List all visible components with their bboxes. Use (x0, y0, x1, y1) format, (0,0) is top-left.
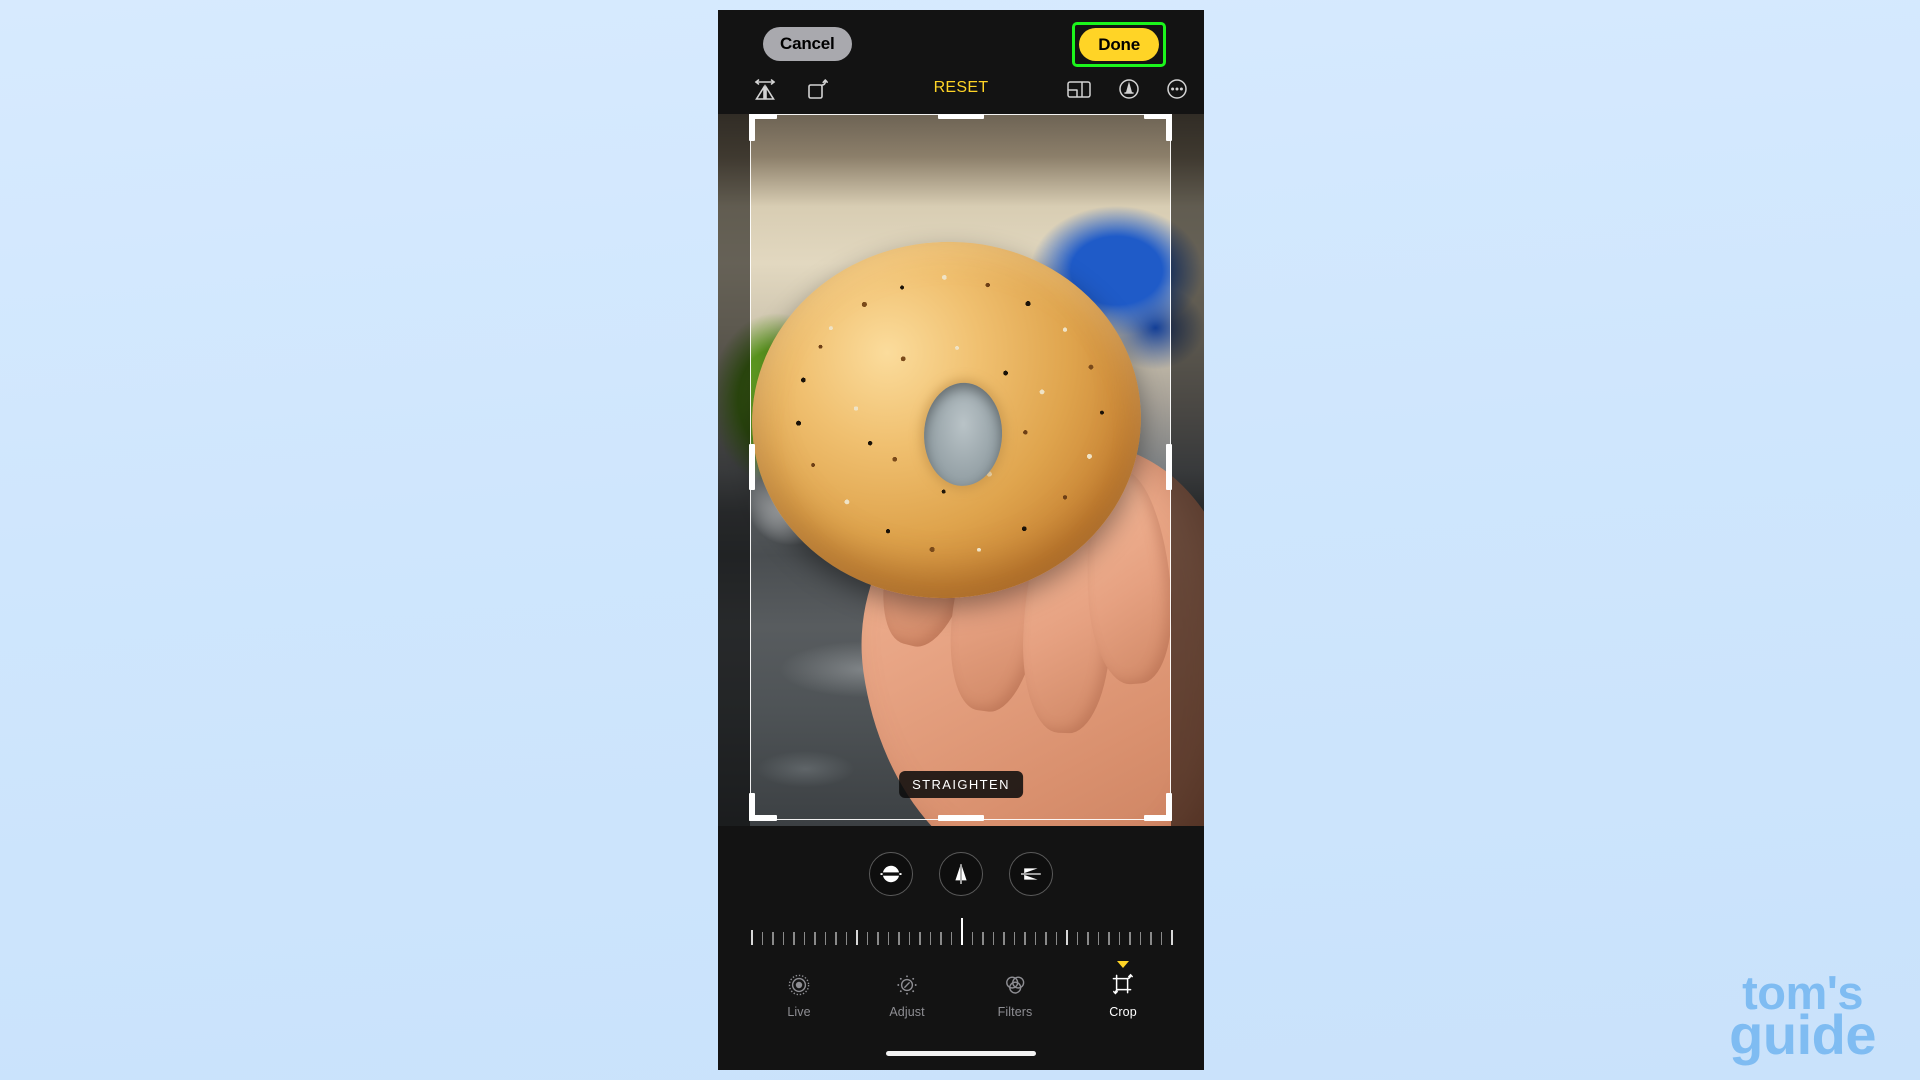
ruler-tick (1087, 932, 1089, 945)
home-indicator (886, 1051, 1036, 1056)
ruler-tick (971, 932, 974, 945)
straighten-ruler-ticks[interactable] (751, 915, 1173, 949)
vertical-perspective-button[interactable] (939, 852, 983, 896)
ruler-tick (1076, 932, 1079, 945)
mode-label: Live (787, 1005, 811, 1019)
ruler-tick (803, 932, 806, 945)
crop-dim-left (718, 114, 750, 826)
aspect-ratio-icon[interactable] (1062, 72, 1096, 106)
crop-tool-row: RESET (718, 72, 1204, 114)
geometry-adjust-row (718, 826, 1204, 906)
mode-label: Crop (1109, 1005, 1137, 1019)
ruler-tick (1160, 932, 1163, 945)
ruler-tick (919, 932, 921, 945)
editor-mode-bar: Live Adjust Filters Crop (718, 958, 1204, 1044)
ruler-tick (898, 932, 900, 945)
ruler-tick (1066, 930, 1068, 945)
straighten-badge: STRAIGHTEN (899, 771, 1023, 798)
ruler-tick (845, 932, 848, 945)
ruler-tick (950, 932, 953, 945)
ruler-tick (1003, 932, 1005, 945)
ruler-tick (877, 932, 879, 945)
auto-straighten-icon[interactable] (1112, 72, 1146, 106)
ruler-tick (1013, 932, 1016, 945)
ruler-tick (1024, 932, 1026, 945)
mode-label: Filters (997, 1005, 1033, 1019)
ruler-tick (1171, 930, 1173, 945)
horizontal-perspective-button[interactable] (1009, 852, 1053, 896)
ruler-tick (793, 932, 795, 945)
watermark-line-2: guide (1729, 1003, 1876, 1067)
mode-filters[interactable]: Filters (984, 972, 1046, 1019)
photo-image (718, 114, 1204, 826)
ruler-tick (1097, 932, 1100, 945)
ruler-tick (1045, 932, 1047, 945)
ruler-tick (982, 932, 984, 945)
mode-crop[interactable]: Crop (1092, 961, 1154, 1019)
ruler-tick (908, 932, 911, 945)
ruler-tick (940, 932, 942, 945)
ruler-tick (856, 930, 858, 945)
phone-screen: Cancel Done RESET STRAIGHTEN Live Adjust… (718, 10, 1204, 1070)
cancel-button[interactable]: Cancel (763, 27, 852, 61)
done-button-highlight: Done (1072, 22, 1166, 67)
ruler-center-tick (961, 918, 964, 945)
ruler-tick (1108, 932, 1110, 945)
straighten-slider[interactable] (718, 906, 1204, 958)
ruler-tick (761, 932, 764, 945)
ruler-tick (772, 932, 774, 945)
ruler-tick (866, 932, 869, 945)
ruler-tick (1118, 932, 1121, 945)
more-options-icon[interactable] (1160, 72, 1194, 106)
ruler-tick (887, 932, 890, 945)
ruler-tick (835, 932, 837, 945)
ruler-tick (1150, 932, 1152, 945)
mode-live[interactable]: Live (768, 972, 830, 1019)
ruler-tick (782, 932, 785, 945)
ruler-tick (814, 932, 816, 945)
ruler-tick (929, 932, 932, 945)
ruler-tick (1139, 932, 1142, 945)
ruler-tick (824, 932, 827, 945)
editor-top-bar: Cancel Done (718, 10, 1204, 72)
active-indicator-caret (1117, 961, 1129, 968)
mode-adjust[interactable]: Adjust (876, 972, 938, 1019)
ruler-tick (992, 932, 995, 945)
toms-guide-watermark: tom's guide (1729, 969, 1876, 1067)
crop-dim-right (1171, 114, 1204, 826)
ruler-tick (1034, 932, 1037, 945)
ruler-tick (1129, 932, 1131, 945)
photo-crop-stage[interactable]: STRAIGHTEN (718, 114, 1204, 826)
straighten-button[interactable] (869, 852, 913, 896)
ruler-tick (751, 930, 753, 945)
ruler-tick (1055, 932, 1058, 945)
done-button[interactable]: Done (1079, 28, 1159, 61)
mode-label: Adjust (889, 1005, 925, 1019)
